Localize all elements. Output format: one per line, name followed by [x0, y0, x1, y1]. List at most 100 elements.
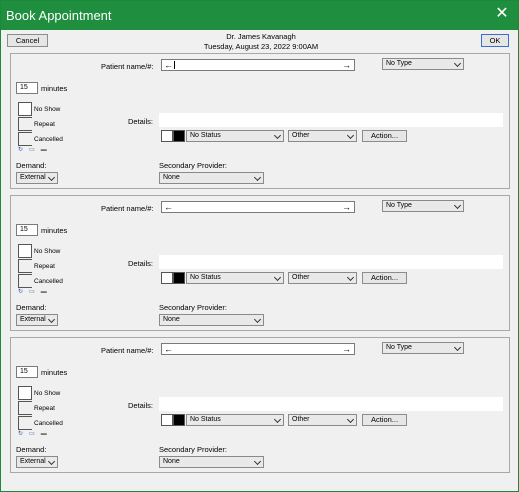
- left-arrow-icon: ←: [164, 344, 173, 354]
- minutes-label: minutes: [41, 84, 68, 93]
- title-bar: Book Appointment ✕: [1, 1, 518, 30]
- card-icon[interactable]: ▬: [41, 147, 47, 153]
- repeat-label: Repeat: [34, 263, 55, 270]
- patient-label: Patient name/#:: [101, 62, 154, 71]
- minutes-input[interactable]: 15: [16, 224, 38, 236]
- category-value: Other: [292, 274, 310, 281]
- chevron-down-icon: [253, 173, 262, 182]
- chevron-down-icon: [253, 457, 262, 466]
- minutes-input[interactable]: 15: [16, 366, 38, 378]
- minutes-input[interactable]: 15: [16, 82, 38, 94]
- status-select[interactable]: No Status: [186, 414, 284, 426]
- link-icon[interactable]: ▭: [29, 146, 35, 153]
- recurrence-icon[interactable]: ↻: [18, 288, 23, 295]
- patient-input[interactable]: ← →: [161, 59, 355, 71]
- cancelled-checkbox[interactable]: [18, 274, 32, 288]
- link-icon[interactable]: ▭: [29, 430, 35, 437]
- action-button[interactable]: Action...: [362, 130, 407, 142]
- right-arrow-icon: →: [342, 344, 351, 354]
- cancelled-label: Cancelled: [34, 136, 63, 143]
- demand-select[interactable]: External: [16, 456, 58, 468]
- color-white-swatch[interactable]: [161, 414, 173, 426]
- card-icon[interactable]: ▬: [41, 431, 47, 437]
- secondary-provider-select[interactable]: None: [159, 456, 264, 468]
- patient-label: Patient name/#:: [101, 204, 154, 213]
- color-black-swatch[interactable]: [173, 130, 185, 142]
- color-black-swatch[interactable]: [173, 272, 185, 284]
- demand-select[interactable]: External: [16, 314, 58, 326]
- cancelled-label: Cancelled: [34, 278, 63, 285]
- cancelled-checkbox[interactable]: [18, 132, 32, 146]
- status-select[interactable]: No Status: [186, 272, 284, 284]
- ok-button[interactable]: OK: [481, 34, 509, 47]
- patient-input[interactable]: ← →: [161, 343, 355, 355]
- category-value: Other: [292, 416, 310, 423]
- details-input[interactable]: [159, 113, 503, 127]
- secondary-provider-value: None: [163, 458, 180, 465]
- chevron-down-icon: [273, 273, 282, 282]
- text-cursor: [174, 61, 175, 69]
- close-icon[interactable]: ✕: [494, 6, 510, 22]
- status-value: No Status: [190, 274, 221, 281]
- provider-name: Dr. James Kavanagh: [226, 32, 296, 41]
- category-select[interactable]: Other: [288, 414, 357, 426]
- link-icon[interactable]: ▭: [29, 288, 35, 295]
- status-select[interactable]: No Status: [186, 130, 284, 142]
- appointment-date: Tuesday, August 23, 2022 9:00AM: [203, 42, 319, 51]
- no-show-label: No Show: [34, 248, 61, 255]
- demand-label: Demand:: [16, 303, 47, 312]
- secondary-provider-select[interactable]: None: [159, 172, 264, 184]
- type-value: No Type: [386, 60, 412, 67]
- minutes-label: minutes: [41, 368, 68, 377]
- repeat-label: Repeat: [34, 121, 55, 128]
- recurrence-icon[interactable]: ↻: [18, 146, 23, 153]
- category-value: Other: [292, 132, 310, 139]
- chevron-down-icon: [47, 315, 56, 324]
- demand-value: External: [20, 316, 46, 323]
- status-value: No Status: [190, 132, 221, 139]
- repeat-checkbox[interactable]: [18, 401, 32, 415]
- action-button[interactable]: Action...: [362, 272, 407, 284]
- secondary-provider-value: None: [163, 174, 180, 181]
- cancelled-label: Cancelled: [34, 420, 63, 427]
- demand-select[interactable]: External: [16, 172, 58, 184]
- cancelled-checkbox[interactable]: [18, 416, 32, 430]
- category-select[interactable]: Other: [288, 130, 357, 142]
- card-icon[interactable]: ▬: [41, 289, 47, 295]
- chevron-down-icon: [346, 131, 355, 140]
- patient-input[interactable]: ← →: [161, 201, 355, 213]
- no-show-checkbox[interactable]: [18, 244, 32, 258]
- demand-label: Demand:: [16, 445, 47, 454]
- secondary-provider-select[interactable]: None: [159, 314, 264, 326]
- action-button[interactable]: Action...: [362, 414, 407, 426]
- chevron-down-icon: [273, 415, 282, 424]
- appointment-slot-2: Patient name/#: ← → No Type 15 minutes N…: [10, 195, 510, 331]
- secondary-provider-label: Secondary Provider:: [159, 161, 227, 170]
- color-white-swatch[interactable]: [161, 272, 173, 284]
- category-select[interactable]: Other: [288, 272, 357, 284]
- details-input[interactable]: [159, 397, 503, 411]
- repeat-checkbox[interactable]: [18, 259, 32, 273]
- secondary-provider-value: None: [163, 316, 180, 323]
- demand-value: External: [20, 458, 46, 465]
- appointment-slot-1: Patient name/#: ← → No Type 15 minutes N…: [10, 53, 510, 189]
- details-label: Details:: [128, 401, 154, 410]
- type-select[interactable]: No Type: [382, 58, 464, 70]
- patient-label: Patient name/#:: [101, 346, 154, 355]
- type-value: No Type: [386, 202, 412, 209]
- type-select[interactable]: No Type: [382, 342, 464, 354]
- details-label: Details:: [128, 259, 154, 268]
- no-show-checkbox[interactable]: [18, 102, 32, 116]
- minutes-label: minutes: [41, 226, 68, 235]
- cancel-button[interactable]: Cancel: [7, 34, 48, 47]
- repeat-label: Repeat: [34, 405, 55, 412]
- repeat-checkbox[interactable]: [18, 117, 32, 131]
- color-white-swatch[interactable]: [161, 130, 173, 142]
- chevron-down-icon: [273, 131, 282, 140]
- color-black-swatch[interactable]: [173, 414, 185, 426]
- type-select[interactable]: No Type: [382, 200, 464, 212]
- details-input[interactable]: [159, 255, 503, 269]
- no-show-checkbox[interactable]: [18, 386, 32, 400]
- recurrence-icon[interactable]: ↻: [18, 430, 23, 437]
- book-appointment-window: Book Appointment ✕ Cancel OK Dr. James K…: [0, 0, 519, 492]
